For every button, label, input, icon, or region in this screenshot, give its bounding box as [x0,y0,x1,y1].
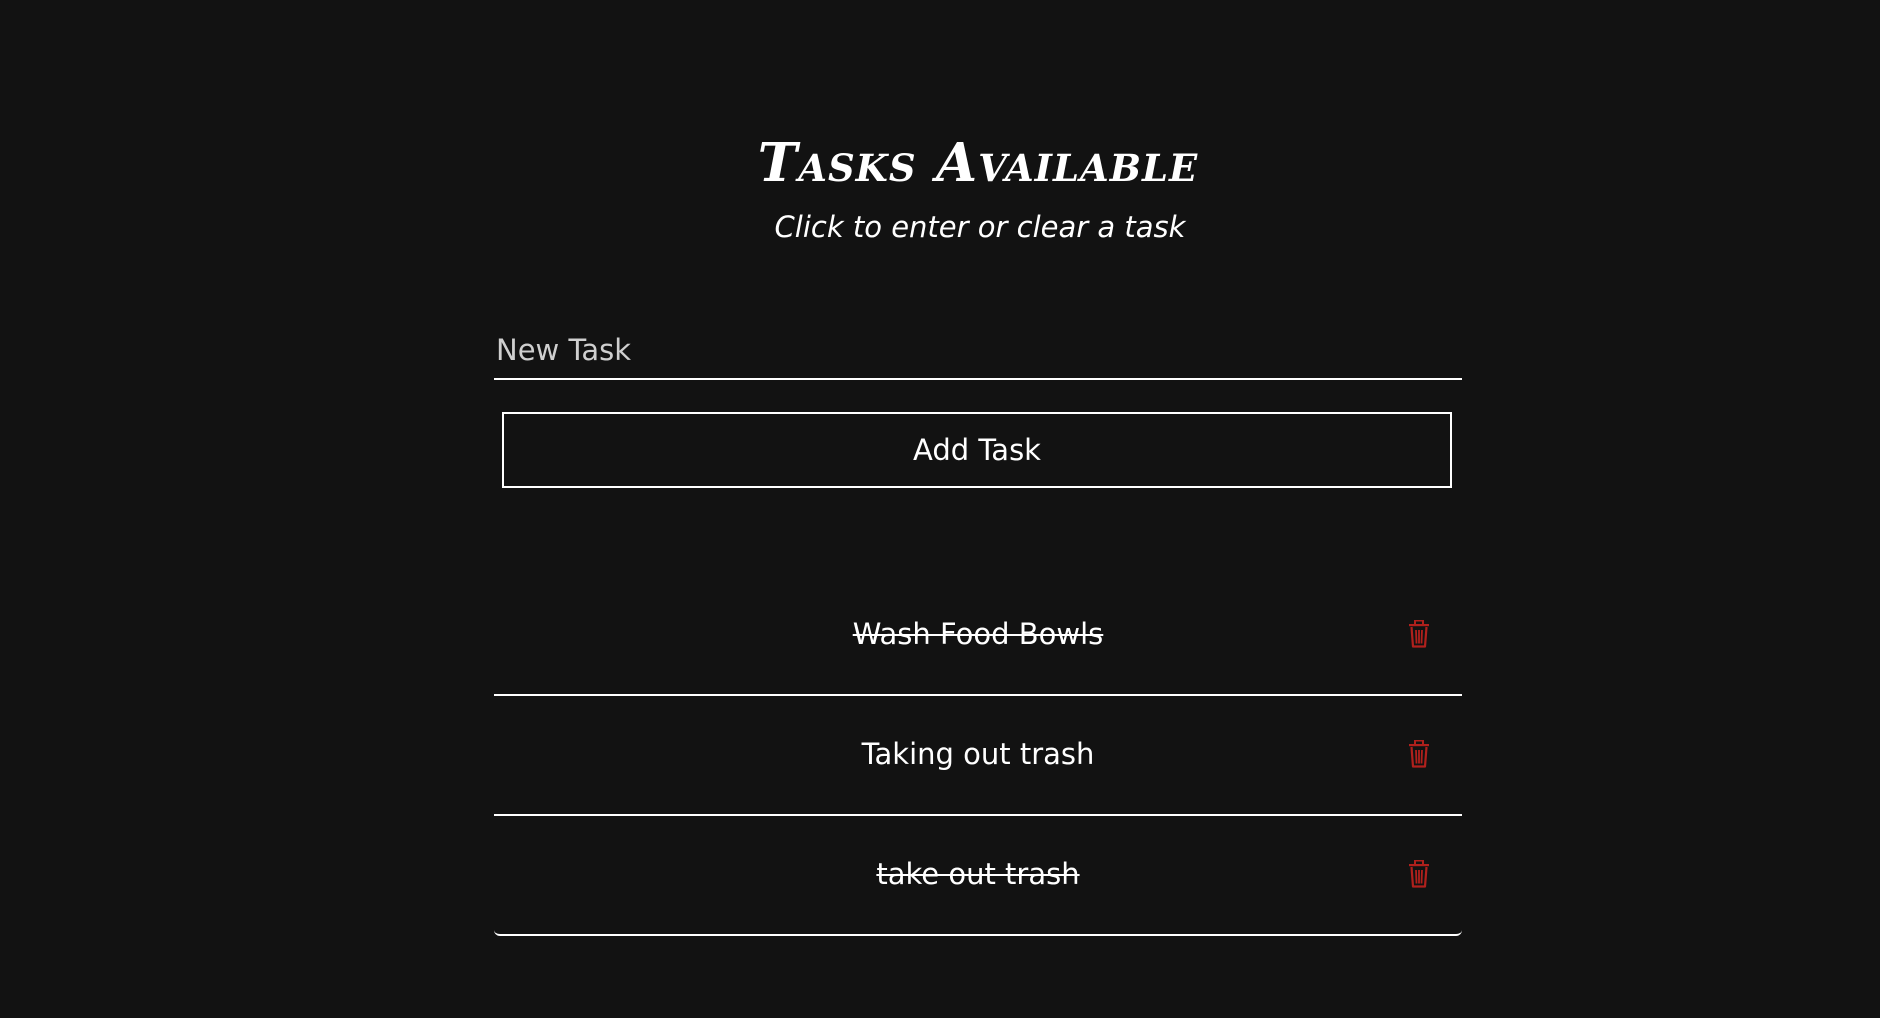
trash-icon[interactable] [1408,620,1430,648]
task-text[interactable]: Wash Food Bowls [494,614,1462,654]
task-item: Taking out trash [494,698,1462,816]
task-list: Wash Food Bowls Taking out trash take ou… [494,578,1462,938]
task-item: Wash Food Bowls [494,578,1462,696]
task-text[interactable]: take out trash [494,854,1462,894]
page-title: Tasks Available [757,132,1199,194]
trash-icon[interactable] [1408,740,1430,768]
new-task-input[interactable] [494,322,1462,380]
task-text[interactable]: Taking out trash [494,734,1462,774]
trash-icon[interactable] [1408,860,1430,888]
task-item: take out trash [494,818,1462,936]
page-subtitle: Click to enter or clear a task [774,210,1186,244]
add-task-button[interactable]: Add Task [502,412,1452,488]
